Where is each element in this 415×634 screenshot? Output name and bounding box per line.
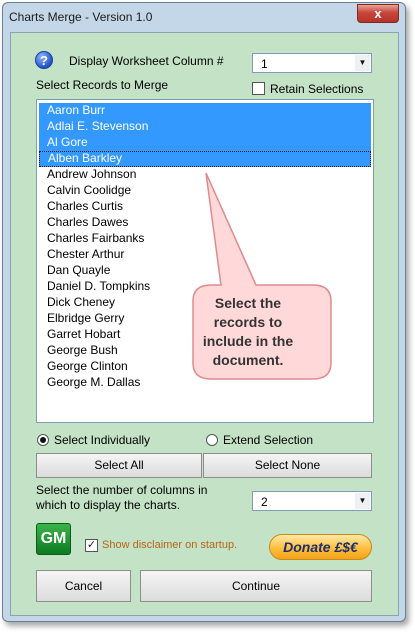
show-disclaimer-label: Show disclaimer on startup. (102, 539, 238, 551)
select-records-label: Select Records to Merge (36, 78, 169, 92)
callout-text: Select the records to include in the doc… (202, 295, 294, 368)
dialog-window: Charts Merge - Version 1.0 x ? Display W… (2, 2, 406, 622)
list-item[interactable]: Adlai E. Stevenson (39, 119, 371, 135)
list-item[interactable]: Aaron Burr (39, 103, 371, 119)
window-title: Charts Merge - Version 1.0 (9, 10, 153, 24)
list-item[interactable]: Charles Dawes (39, 215, 371, 231)
display-column-dropdown[interactable]: 1 ▼ (252, 53, 372, 73)
select-individually-radio[interactable] (37, 434, 49, 446)
list-item[interactable]: Al Gore (39, 135, 371, 151)
cancel-button[interactable]: Cancel (36, 570, 131, 602)
records-listbox[interactable]: Aaron Burr Adlai E. Stevenson Al Gore Al… (36, 99, 374, 423)
retain-selections-label: Retain Selections (270, 82, 364, 96)
select-individually-label: Select Individually (54, 433, 151, 447)
list-item[interactable]: George M. Dallas (39, 375, 371, 391)
columns-dropdown[interactable]: 2 ▼ (252, 491, 372, 511)
gm-logo: GM (36, 523, 71, 555)
help-icon[interactable]: ? (35, 51, 53, 69)
list-item[interactable]: Dan Quayle (39, 263, 371, 279)
list-item[interactable]: Alben Barkley (39, 151, 371, 167)
show-disclaimer-checkbox[interactable]: ✓ (85, 539, 98, 552)
extend-selection-radio[interactable] (206, 434, 218, 446)
dialog-client-area: ? Display Worksheet Column # 1 ▼ Select … (10, 32, 399, 616)
list-item[interactable]: Chester Arthur (39, 247, 371, 263)
select-all-button[interactable]: Select All (36, 453, 202, 478)
title-bar: Charts Merge - Version 1.0 x (3, 3, 405, 31)
extend-selection-label: Extend Selection (223, 433, 314, 447)
display-column-label: Display Worksheet Column # (69, 54, 224, 68)
radio-selected-dot (40, 437, 46, 443)
list-item[interactable]: Charles Fairbanks (39, 231, 371, 247)
select-none-button[interactable]: Select None (203, 453, 372, 478)
columns-value: 2 (261, 495, 268, 509)
columns-label-line2: which to display the charts. (36, 498, 181, 512)
columns-label-line1: Select the number of columns in (36, 483, 208, 497)
retain-selections-checkbox[interactable] (252, 82, 265, 95)
chevron-down-icon: ▼ (355, 493, 370, 509)
list-item[interactable]: Calvin Coolidge (39, 183, 371, 199)
list-item[interactable]: Daniel D. Tompkins (39, 279, 371, 295)
list-item[interactable]: Charles Curtis (39, 199, 371, 215)
display-column-value: 1 (261, 57, 268, 71)
close-button[interactable]: x (357, 4, 399, 23)
chevron-down-icon: ▼ (355, 55, 370, 71)
list-item[interactable]: Andrew Johnson (39, 167, 371, 183)
donate-button[interactable]: Donate £$€ (269, 534, 372, 560)
continue-button[interactable]: Continue (140, 570, 372, 602)
